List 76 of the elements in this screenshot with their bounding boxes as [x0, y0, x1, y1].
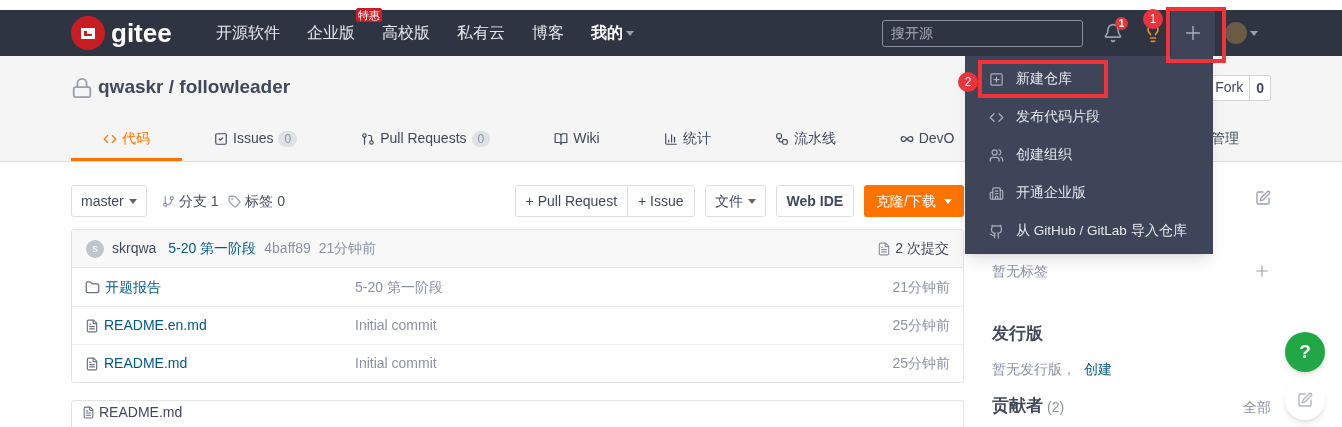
feedback-button[interactable]: [1285, 380, 1325, 420]
book-icon: [554, 131, 569, 146]
checklist-icon: [214, 131, 228, 146]
add-icon[interactable]: [1253, 262, 1271, 280]
highlight-frame: [1166, 7, 1226, 63]
file-time: 25分钟前: [892, 316, 950, 335]
nav-link[interactable]: 私有云: [456, 24, 505, 41]
releases-heading: 发行版: [992, 323, 1044, 345]
nav-link[interactable]: 高校版: [381, 24, 430, 41]
repo-title: qwaskr / followleader: [98, 75, 291, 100]
repo-tab[interactable]: Issues 0: [182, 119, 330, 161]
menu-item[interactable]: 从 GitHub / GitLab 导入仓库: [978, 212, 1205, 250]
file-time: 21分钟前: [892, 277, 950, 297]
pull-request-button[interactable]: + Pull Request: [515, 186, 628, 216]
files-button[interactable]: 文件: [704, 185, 766, 217]
github-icon: [989, 223, 1004, 239]
create-release-link[interactable]: 创建: [1084, 358, 1112, 380]
web-ide-button[interactable]: Web IDE: [775, 185, 855, 217]
commit-time: 21分钟前: [318, 239, 377, 258]
caret-icon: [944, 198, 952, 204]
commit-message[interactable]: 5-20 第一阶段: [168, 238, 257, 259]
menu-item[interactable]: 新建仓库: [978, 60, 1108, 98]
notification-badge: 1: [1115, 17, 1128, 30]
pipeline-icon: [774, 131, 789, 146]
search-field[interactable]: 搜开源: [882, 19, 1083, 47]
repo-tab[interactable]: Pull Requests 0: [329, 119, 523, 161]
repo-tab[interactable]: 流水线: [742, 119, 868, 161]
file-name[interactable]: 开题报告: [105, 276, 161, 298]
commit-author[interactable]: skrqwa: [112, 238, 157, 259]
branch-icon: [161, 194, 175, 208]
file-name[interactable]: README.md: [104, 353, 188, 374]
tag-icon: [228, 194, 242, 208]
nav-link[interactable]: 企业版: [306, 24, 355, 41]
contributors-heading: 贡献者: [992, 395, 1043, 416]
edit-icon: [1297, 392, 1313, 408]
repo-tab[interactable]: 统计: [631, 119, 743, 161]
branch-select[interactable]: master: [71, 185, 147, 217]
fork-count: 0: [1249, 75, 1270, 100]
bar-chart-icon: [663, 131, 678, 146]
people-icon: [989, 147, 1004, 163]
commit-count-link[interactable]: 2 次提交: [895, 238, 949, 259]
file-icon: [82, 406, 95, 419]
fork-button[interactable]: Fork: [1209, 75, 1250, 100]
file-icon: [85, 356, 99, 371]
releases-empty-text: 暂无发行版，: [992, 359, 1076, 379]
logo-icon: [71, 16, 105, 50]
nav-link[interactable]: 开源软件: [215, 24, 280, 41]
document-icon: [877, 241, 892, 256]
caret-icon: [625, 30, 634, 36]
create-button[interactable]: [1171, 10, 1215, 56]
issue-button[interactable]: + Issue: [627, 186, 694, 216]
contributors-count: (2): [1047, 397, 1065, 416]
caret-icon: [747, 198, 756, 204]
repo-tab[interactable]: Wiki: [522, 119, 632, 161]
building-icon: [989, 185, 1004, 201]
account-menu[interactable]: 我的: [590, 21, 634, 45]
file-name[interactable]: README.en.md: [104, 315, 207, 336]
file-icon: [85, 318, 99, 333]
plus-square-icon: [989, 71, 1004, 87]
nav-link[interactable]: 博客: [531, 24, 564, 41]
tags-link[interactable]: 标签 0: [245, 190, 286, 212]
count-badge: 0: [278, 130, 298, 147]
count-badge: 0: [471, 130, 491, 147]
pull-request-icon: [361, 131, 376, 146]
branches-link[interactable]: 分支 1: [178, 190, 219, 212]
tags-empty-text: 暂无标签: [992, 261, 1048, 281]
menu-item[interactable]: 开通企业版: [978, 174, 1104, 212]
folder-icon: [85, 279, 100, 295]
caret-icon: [1250, 30, 1258, 36]
avatar[interactable]: [1225, 22, 1247, 44]
promo-badge: 特惠: [355, 8, 382, 22]
file-time: 25分钟前: [892, 354, 950, 373]
logo-text[interactable]: gitee: [111, 13, 172, 53]
readme-title: README.md: [99, 404, 183, 421]
edit-icon[interactable]: [1255, 190, 1271, 206]
caret-icon: [128, 198, 137, 204]
